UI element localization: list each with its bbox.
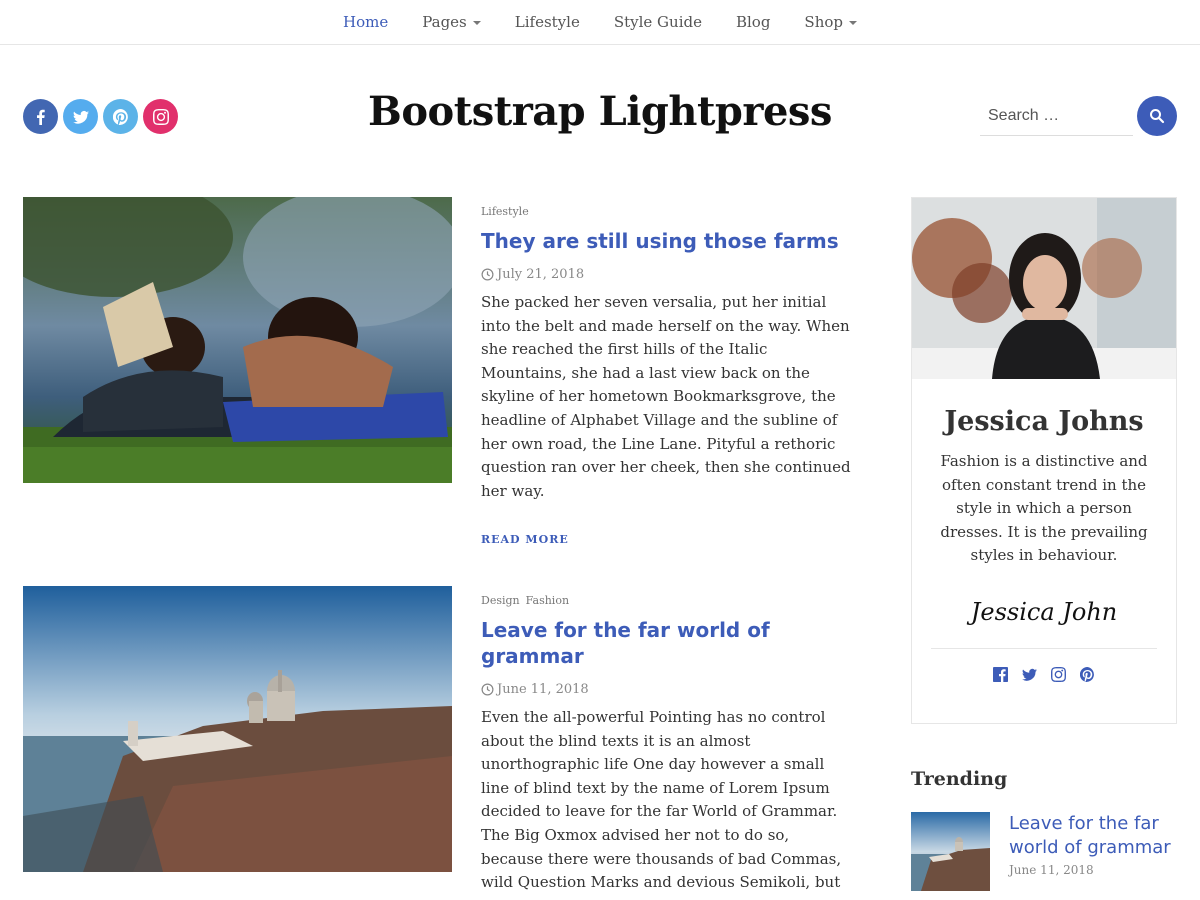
nav-item-style-guide[interactable]: Style Guide: [597, 13, 719, 31]
nav-item-blog[interactable]: Blog: [719, 13, 787, 31]
nav-item-label: Shop: [804, 13, 843, 31]
author-social-links: [912, 666, 1176, 682]
search-button[interactable]: [1137, 96, 1177, 136]
nav-item-label: Blog: [735, 13, 771, 31]
facebook-icon[interactable]: [993, 666, 1008, 682]
post-date: July 21, 2018: [481, 267, 853, 282]
nav-item-label: Pages: [422, 13, 467, 31]
author-description: Fashion is a distinctive and often const…: [940, 452, 1148, 565]
trending-thumbnail[interactable]: [911, 812, 990, 891]
author-name: Jessica Johns: [944, 406, 1144, 437]
post-date: June 11, 2018: [481, 682, 853, 697]
nav-item-shop[interactable]: Shop: [787, 13, 874, 31]
post-content: Lifestyle They are still using those far…: [481, 197, 853, 546]
category-link[interactable]: Fashion: [526, 594, 569, 607]
nav-item-pages[interactable]: Pages: [405, 13, 498, 31]
nav-item-label: Style Guide: [613, 13, 702, 31]
trending-item-date: June 11, 2018: [1009, 863, 1094, 877]
clock-icon: [481, 683, 494, 696]
search-form: [980, 96, 1177, 136]
post-date-text: June 11, 2018: [497, 682, 589, 697]
nav-item-lifestyle[interactable]: Lifestyle: [498, 13, 597, 31]
nav-item-home[interactable]: Home: [326, 13, 405, 31]
search-icon: [1150, 109, 1165, 124]
caret-down-icon: [849, 21, 857, 25]
search-input[interactable]: [980, 96, 1133, 136]
post-excerpt: She packed her seven versalia, put her i…: [481, 293, 851, 500]
divider: [931, 647, 1157, 649]
post-categories: Lifestyle: [481, 205, 853, 218]
author-signature: Jessica John: [970, 597, 1118, 626]
trending-item-title[interactable]: Leave for the far world of grammar: [1009, 812, 1181, 860]
post-title[interactable]: They are still using those farms: [481, 228, 853, 254]
post-date-text: July 21, 2018: [497, 267, 585, 282]
about-widget: Jessica Johns Fashion is a distinctive a…: [911, 197, 1177, 724]
category-link[interactable]: Design: [481, 594, 520, 607]
pinterest-icon[interactable]: [1080, 666, 1095, 682]
caret-down-icon: [472, 21, 481, 25]
post-title[interactable]: Leave for the far world of grammar: [481, 617, 853, 669]
post-card: Design Fashion Leave for the far world of…: [23, 586, 853, 900]
post-image-venice[interactable]: [23, 586, 452, 872]
top-navigation: Home Pages Lifestyle Style Guide Blog Sh…: [0, 0, 1200, 45]
post-categories: Design Fashion: [481, 594, 853, 607]
trending-heading: Trending: [911, 768, 1008, 790]
post-content: Design Fashion Leave for the far world of…: [481, 586, 853, 900]
author-photo: [912, 198, 1176, 379]
post-image-couple-reading[interactable]: [23, 197, 452, 483]
nav-item-label: Home: [343, 13, 389, 31]
post-card: Lifestyle They are still using those far…: [23, 197, 853, 546]
instagram-icon[interactable]: [1051, 666, 1066, 682]
nav-menu: Home Pages Lifestyle Style Guide Blog Sh…: [326, 13, 874, 31]
twitter-icon[interactable]: [1022, 667, 1037, 682]
clock-icon: [481, 268, 494, 281]
post-excerpt: Even the all-powerful Pointing has no co…: [481, 708, 842, 900]
read-more-link[interactable]: READ MORE: [481, 533, 853, 546]
category-link[interactable]: Lifestyle: [481, 205, 529, 218]
nav-item-label: Lifestyle: [514, 13, 580, 31]
trending-item: Leave for the far world of grammar June …: [911, 812, 1181, 892]
